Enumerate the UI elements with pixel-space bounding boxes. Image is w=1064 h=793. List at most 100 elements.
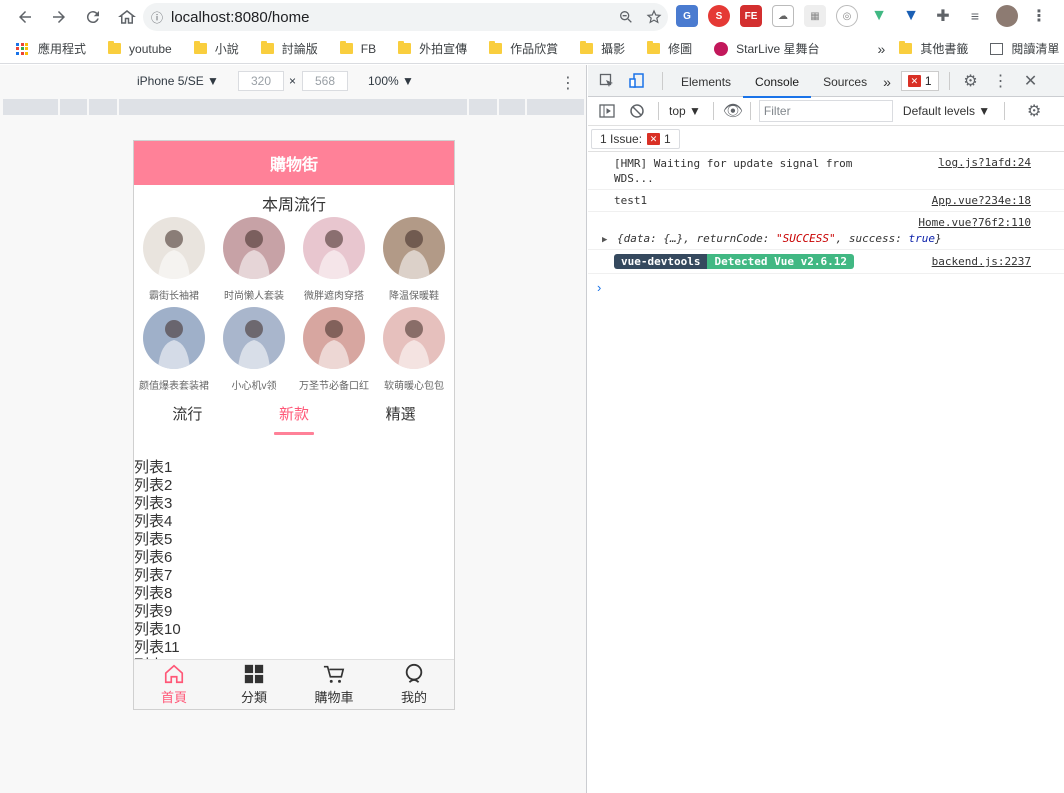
log-source-link[interactable]: backend.js:2237 [932, 255, 1031, 268]
bookmark-photography[interactable]: 攝影 [580, 40, 625, 57]
devtools-more-icon[interactable]: ⋮ [990, 70, 1012, 92]
clear-console-icon[interactable] [626, 100, 648, 122]
recommend-item[interactable]: 小心机v领 [214, 307, 294, 392]
device-more-icon[interactable]: ⋮ [560, 73, 576, 93]
home-button[interactable] [112, 2, 142, 32]
back-button[interactable] [10, 2, 40, 32]
tab-control-item[interactable]: 新款 [241, 401, 348, 441]
grid-extension-icon[interactable]: ▦ [804, 5, 826, 27]
list-item: 列表9 [134, 603, 173, 620]
chrome-menu-icon[interactable]: ⋮ [1028, 5, 1050, 27]
recommend-label: 软萌暖心包包 [384, 381, 444, 392]
tab-console[interactable]: Console [743, 65, 812, 98]
recommend-label: 颜值爆表套装裙 [139, 381, 209, 392]
console-sidebar-icon[interactable] [596, 100, 618, 122]
category-icon [244, 664, 264, 684]
bookmark-fb[interactable]: FB [339, 41, 376, 56]
person-photo-icon [318, 230, 350, 279]
recommend-label: 小心机v领 [231, 381, 277, 392]
cart-icon [323, 665, 345, 683]
zoom-select[interactable]: 100% ▼ [368, 74, 414, 88]
recommend-image [383, 307, 445, 369]
error-count: 1 [924, 73, 932, 88]
tab-elements[interactable]: Elements [669, 65, 743, 97]
tab-control-item[interactable]: 流行 [134, 401, 241, 441]
url-text: localhost:8080/home [171, 8, 310, 26]
log-levels-select[interactable]: Default levels ▼ [903, 104, 990, 118]
tab-sources[interactable]: Sources [811, 65, 879, 97]
info-icon[interactable]: ⓘ [143, 9, 171, 26]
error-count-badge[interactable]: ✕ 1 [900, 70, 939, 91]
live-expression-eye-icon[interactable]: 👁 [722, 100, 744, 122]
height-input[interactable]: 568 [302, 71, 348, 91]
reload-icon [86, 11, 99, 24]
media-query-bar[interactable] [3, 99, 584, 115]
issues-button[interactable]: 1 Issue: ✕ 1 [591, 128, 680, 149]
bookmark-other[interactable]: 其他書籤 [899, 40, 968, 57]
browser-toolbar: ⓘ localhost:8080/home G S FE ☁ ▦ ◎ ▼ ▼ ✚… [0, 0, 1064, 34]
width-input[interactable]: 320 [238, 71, 284, 91]
settings-gear-icon[interactable]: ⚙ [960, 70, 982, 92]
more-bookmarks-button[interactable]: » [878, 41, 886, 57]
translate-extension-icon[interactable]: G [676, 5, 698, 27]
tabbar-item[interactable]: 首頁 [134, 660, 214, 709]
reading-list-button[interactable]: 閱讀清單 [990, 40, 1059, 57]
recommend-item[interactable]: 颜值爆表套装裙 [134, 307, 214, 392]
device-toggle-icon[interactable] [626, 70, 648, 92]
v-extension-icon[interactable]: ▼ [900, 5, 922, 27]
close-devtools-icon[interactable]: ✕ [1020, 70, 1042, 92]
puzzle-extensions-icon[interactable]: ✚ [932, 5, 954, 27]
log-entry-test: test1 App.vue?234e:18 [588, 190, 1064, 212]
tabbar-item[interactable]: 分類 [214, 660, 294, 709]
media-control-icon[interactable]: ≡ [964, 5, 986, 27]
extensions-area: G S FE ☁ ▦ ◎ ▼ ▼ ✚ ≡ ⋮ [676, 5, 1060, 27]
folder-icon [647, 41, 661, 54]
bookmark-youtube[interactable]: youtube [108, 41, 172, 56]
tab-control-item[interactable]: 精選 [347, 401, 454, 441]
more-tabs-button[interactable]: » [879, 65, 895, 97]
device-select[interactable]: iPhone 5/SE ▼ [137, 74, 219, 88]
tabbar-item[interactable]: 購物車 [294, 660, 374, 709]
bookmark-works[interactable]: 作品欣賞 [489, 40, 558, 57]
log-source-link[interactable]: log.js?1afd:24 [938, 156, 1031, 169]
recommend-image [143, 307, 205, 369]
bookmark-label: 其他書籤 [920, 42, 969, 56]
inspect-element-icon[interactable] [596, 70, 618, 92]
bookmark-retouch[interactable]: 修圖 [647, 40, 692, 57]
bookmark-starlive[interactable]: StarLive 星舞台 [714, 40, 820, 57]
address-bar[interactable]: ⓘ localhost:8080/home [143, 3, 668, 31]
recommend-item[interactable]: 降温保暖鞋 [374, 217, 454, 302]
avatar[interactable] [996, 5, 1018, 27]
device-toolbar: iPhone 5/SE ▼ 320 × 568 100% ▼ ⋮ [0, 65, 586, 97]
recommend-item[interactable]: 时尚懒人套装 [214, 217, 294, 302]
bookmark-novel[interactable]: 小說 [193, 40, 239, 57]
reload-button[interactable] [78, 2, 108, 32]
object-preview[interactable]: ▶ {data: {…}, returnCode: "SUCCESS", suc… [602, 232, 942, 245]
filter-input[interactable]: Filter [758, 100, 893, 122]
tabbar-item[interactable]: 我的 [374, 660, 454, 709]
log-source-link[interactable]: App.vue?234e:18 [932, 194, 1031, 207]
s-extension-icon[interactable]: S [708, 5, 730, 27]
console-prompt[interactable]: › [588, 274, 1064, 295]
recommend-image [303, 217, 365, 279]
circle-extension-icon[interactable]: ◎ [836, 5, 858, 27]
context-select[interactable]: top ▼ [669, 104, 701, 118]
cloud-extension-icon[interactable]: ☁ [772, 5, 794, 27]
console-settings-gear-icon[interactable]: ⚙ [1023, 100, 1045, 122]
bookmark-star-icon[interactable] [640, 3, 668, 31]
recommend-item[interactable]: 微胖遮肉穿搭 [294, 217, 374, 302]
recommend-item[interactable]: 霸街长袖裙 [134, 217, 214, 302]
recommend-item[interactable]: 万圣节必备口红 [294, 307, 374, 392]
forward-button[interactable] [44, 2, 74, 32]
tabbar-label: 購物車 [314, 690, 354, 705]
bookmark-forum[interactable]: 討論版 [260, 40, 318, 57]
starlive-icon [714, 41, 729, 56]
zoom-icon[interactable] [612, 3, 640, 31]
fe-extension-icon[interactable]: FE [740, 5, 762, 27]
recommend-label: 降温保暖鞋 [389, 291, 439, 302]
log-source-link[interactable]: Home.vue?76f2:110 [918, 216, 1031, 229]
bookmark-apps[interactable]: 應用程式 [16, 40, 86, 57]
bookmark-outdoor-shoot[interactable]: 外拍宣傳 [398, 40, 467, 57]
vue-extension-icon[interactable]: ▼ [868, 5, 890, 27]
recommend-item[interactable]: 软萌暖心包包 [374, 307, 454, 392]
